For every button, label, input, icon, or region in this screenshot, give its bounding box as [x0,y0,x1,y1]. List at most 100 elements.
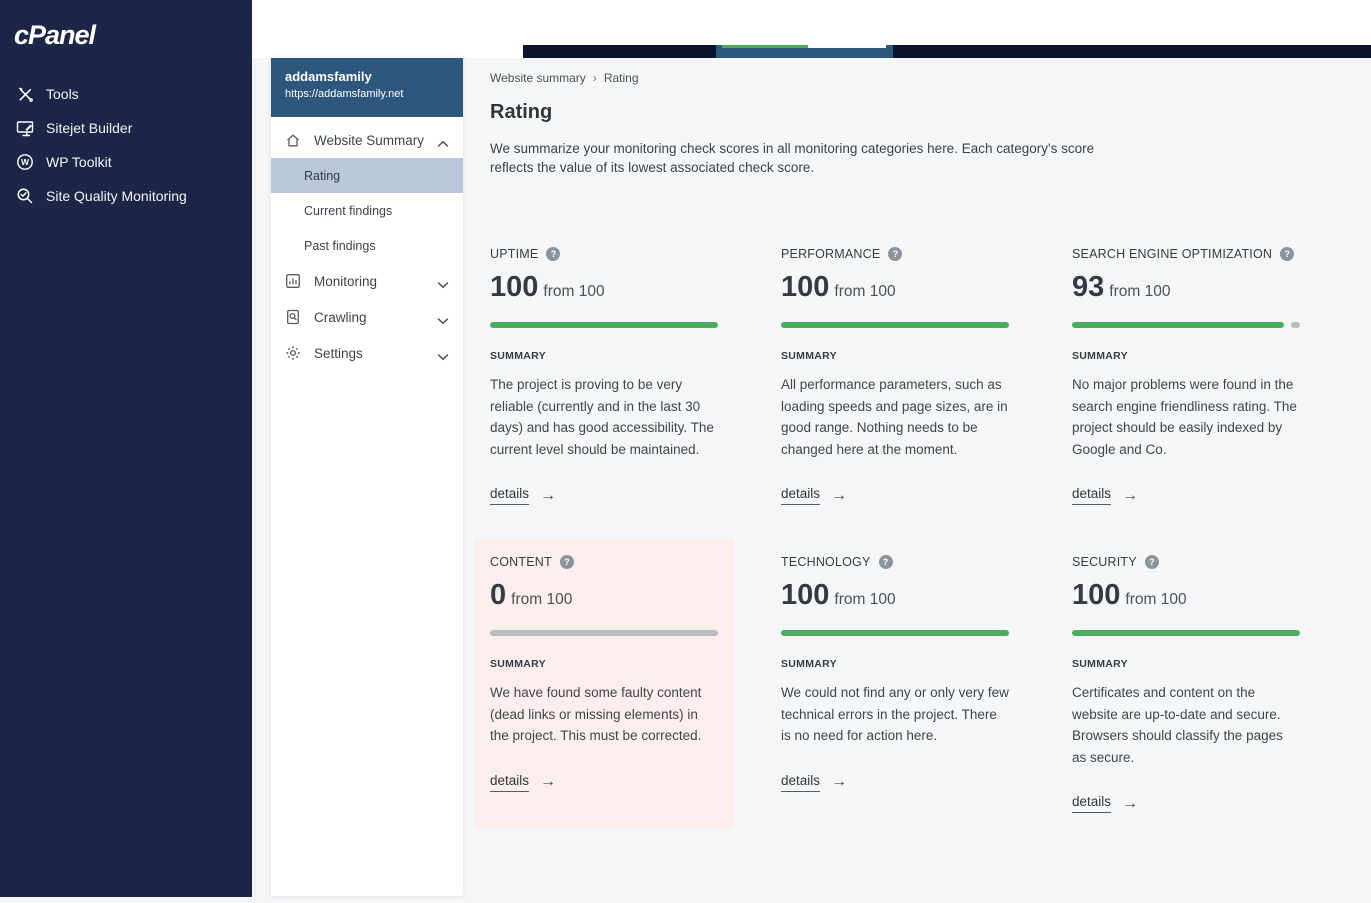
summary-text: We could not find any or only very few t… [781,682,1009,747]
menu-item-label: Rating [304,169,340,183]
arrow-right-icon[interactable]: → [1122,796,1138,812]
menu-item-past-findings[interactable]: Past findings [271,228,463,263]
details-link[interactable]: details [490,486,529,505]
sidebar-item-label: Sitejet Builder [46,120,132,136]
details-row: details → [781,773,1009,792]
score-row: 100 from 100 [781,272,1009,307]
crawling-icon [285,309,301,325]
score-value: 100 [781,579,829,611]
score-card-content: CONTENT ? 0from 100 SUMMARY We have foun… [474,538,734,829]
arrow-right-icon[interactable]: → [1122,488,1138,504]
help-icon[interactable]: ? [1145,555,1159,569]
sidebar-item-label: WP Toolkit [46,154,112,170]
summary-text: The project is proving to be very reliab… [490,374,718,460]
score-max: from 100 [1125,591,1186,608]
score-value: 100 [781,271,829,303]
menu-item-label: Crawling [314,310,437,325]
main-content: Website summary › Rating Rating We summa… [463,58,1371,829]
menu-item-monitoring[interactable]: Monitoring [271,263,463,299]
help-icon[interactable]: ? [879,555,893,569]
cpanel-logo: cPanel [14,20,252,51]
help-icon[interactable]: ? [1280,247,1294,261]
sitejet-builder-icon [16,119,34,137]
help-icon[interactable]: ? [560,555,574,569]
summary-heading: SUMMARY [1072,350,1300,362]
score-row: 100from 100 [781,580,1009,615]
summary-heading: SUMMARY [781,658,1009,670]
menu-item-settings[interactable]: Settings [271,335,463,371]
score-progress-bar [1072,322,1300,328]
score-max: from 100 [511,591,572,608]
summary-text: Certificates and content on the website … [1072,682,1300,768]
summary-heading: SUMMARY [1072,658,1300,670]
menu-item-current-findings[interactable]: Current findings [271,193,463,228]
help-icon[interactable]: ? [888,247,902,261]
details-link[interactable]: details [1072,794,1111,813]
sidebar-item-wp-toolkit[interactable]: W WP Toolkit [0,145,252,179]
arrow-right-icon[interactable]: → [831,488,847,504]
sidebar-item-tools[interactable]: Tools [0,77,252,111]
monitoring-icon [285,273,301,289]
summary-text: No major problems were found in the sear… [1072,374,1300,460]
details-row: details → [781,486,1009,505]
category-label: UPTIME [490,247,538,261]
card-header: CONTENT ? [490,554,718,570]
summary-heading: SUMMARY [781,350,1009,362]
category-label: PERFORMANCE [781,247,880,261]
active-tab-highlight [808,45,886,48]
app-tab-strip [523,45,1371,58]
summary-heading: SUMMARY [490,658,718,670]
wp-toolkit-icon: W [16,153,34,171]
progress-remainder [1291,322,1300,328]
sidebar-item-site-quality-monitoring[interactable]: Site Quality Monitoring [0,179,252,213]
menu-item-website-summary[interactable]: Website Summary [271,122,463,158]
active-tab[interactable] [716,45,893,58]
settings-icon [285,345,301,361]
progress-fill [1072,322,1284,328]
page-intro: We summarize your monitoring check score… [490,139,1102,177]
menu-item-label: Settings [314,346,437,361]
menu-item-crawling[interactable]: Crawling [271,299,463,335]
score-card-technology: TECHNOLOGY ? 100from 100 SUMMARY We coul… [765,538,1025,829]
score-card-search-engine-optimization: SEARCH ENGINE OPTIMIZATION ? 93from 100 … [1056,230,1316,521]
sidebar-item-sitejet-builder[interactable]: Sitejet Builder [0,111,252,145]
score-row: 100from 100 [490,272,718,307]
menu-item-label: Past findings [304,239,376,253]
details-link[interactable]: details [781,486,820,505]
arrow-right-icon[interactable]: → [831,774,847,790]
site-sidebar: addamsfamily https://addamsfamily.net We… [271,58,463,896]
arrow-right-icon[interactable]: → [540,774,556,790]
chevron-down-icon [437,313,449,321]
card-header: SEARCH ENGINE OPTIMIZATION ? [1072,246,1300,262]
category-label: SEARCH ENGINE OPTIMIZATION [1072,247,1272,261]
chevron-down-icon [437,277,449,285]
details-link[interactable]: details [781,773,820,792]
sidebar-item-label: Site Quality Monitoring [46,188,187,204]
top-header-band [252,0,1371,58]
score-card-uptime: UPTIME ? 100from 100 SUMMARY The project… [474,230,734,521]
details-link[interactable]: details [490,773,529,792]
score-max: from 100 [834,283,895,300]
menu-item-rating[interactable]: Rating [271,158,463,193]
primary-sidebar: cPanel Tools Sitejet Builder W WP Toolkit Si… [0,0,252,897]
breadcrumb-rating: Rating [604,71,639,85]
score-value: 100 [1072,579,1120,611]
score-value: 93 [1072,271,1104,303]
page-title: Rating [490,101,1371,124]
site-url: https://addamsfamily.net [285,88,449,100]
breadcrumb-separator-icon: › [593,71,597,85]
breadcrumb-website-summary[interactable]: Website summary [490,71,586,85]
details-row: details → [490,486,718,505]
score-cards-grid: UPTIME ? 100 from 100 SUMMARY The project… [474,230,1371,829]
score-card-performance: PERFORMANCE ? 100from 100 SUMMARY All pe… [765,230,1025,521]
help-icon[interactable]: ? [546,247,560,261]
score-row: 0 from 100 [490,580,718,615]
details-link[interactable]: details [1072,486,1111,505]
chevron-up-icon [437,136,449,144]
active-tab-accent [722,45,808,48]
category-label: TECHNOLOGY [781,555,871,569]
arrow-right-icon[interactable]: → [540,488,556,504]
score-value: 0 [490,579,506,611]
summary-heading: SUMMARY [490,350,718,362]
progress-fill [490,322,718,328]
